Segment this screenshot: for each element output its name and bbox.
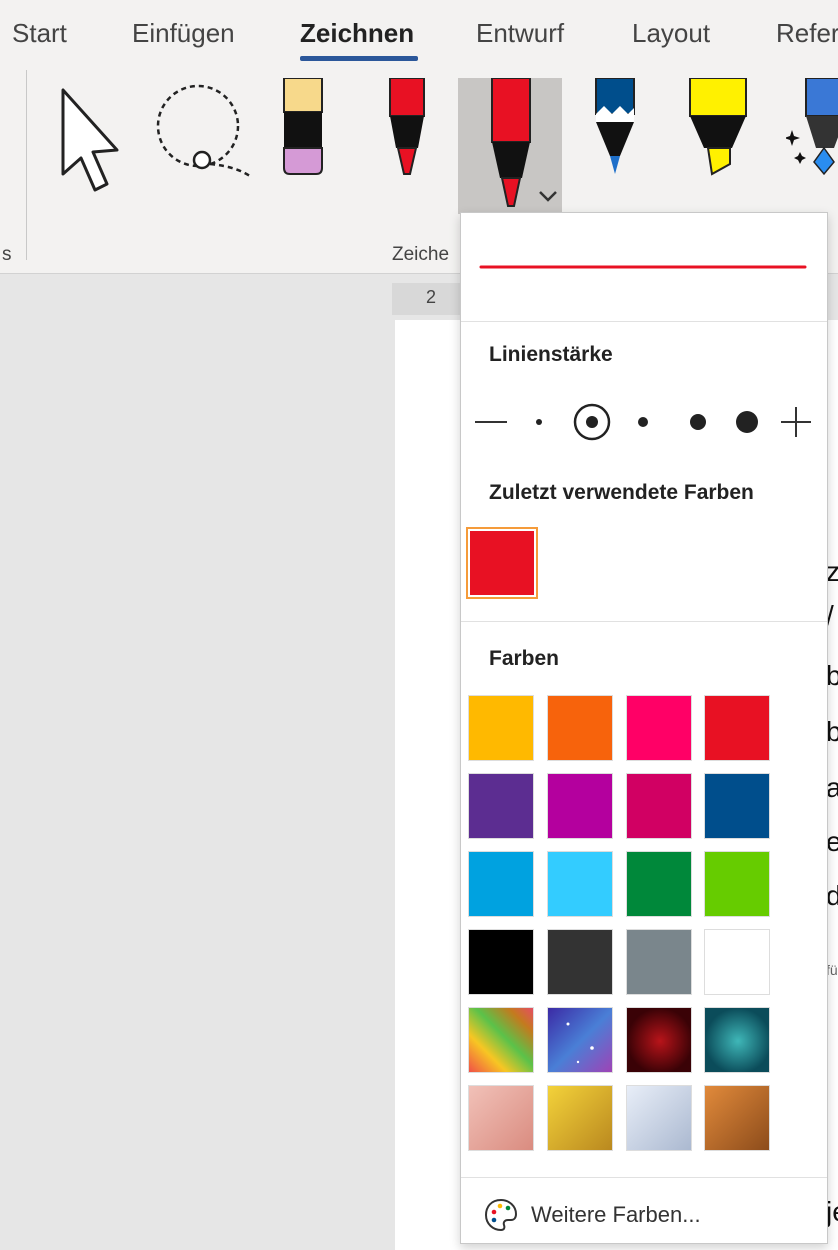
lasso-select-icon[interactable]	[150, 80, 260, 190]
color-swatch[interactable]	[704, 929, 770, 995]
galaxy-texture-swatch[interactable]	[547, 1007, 613, 1073]
recent-colors-title: Zuletzt verwendete Farben	[489, 481, 754, 504]
more-colors-label: Weitere Farben...	[531, 1202, 701, 1227]
tab-start[interactable]: Start	[12, 18, 67, 49]
divider	[461, 1177, 827, 1178]
divider	[461, 321, 827, 322]
stroke-preview	[479, 265, 807, 269]
bronze-texture-swatch[interactable]	[704, 1085, 770, 1151]
color-swatch[interactable]	[704, 773, 770, 839]
active-tab-indicator	[300, 56, 418, 61]
pen-options-dropdown: Linienstärke Zuletzt verwendete Farben F…	[460, 212, 828, 1244]
sparkle-pen-icon[interactable]	[786, 78, 838, 178]
color-swatch[interactable]	[468, 851, 534, 917]
thickness-option[interactable]	[690, 414, 706, 430]
eraser-icon[interactable]	[280, 78, 326, 178]
ribbon-tabs: Start Einfügen Zeichnen Entwurf Layout R…	[0, 0, 838, 70]
color-swatch[interactable]	[468, 773, 534, 839]
divider	[461, 621, 827, 622]
ruby-texture-swatch[interactable]	[626, 1007, 692, 1073]
ribbon-group-label-left: s	[2, 244, 12, 265]
tab-einfuegen[interactable]: Einfügen	[132, 18, 235, 49]
red-pen-icon[interactable]	[386, 78, 430, 178]
recent-color-red[interactable]	[466, 527, 538, 599]
red-pen-selected-icon[interactable]	[486, 78, 566, 212]
ruler: 2	[392, 283, 462, 315]
color-swatch[interactable]	[547, 695, 613, 761]
color-swatch[interactable]	[547, 851, 613, 917]
palette-icon	[484, 1198, 518, 1232]
rose-gold-texture-swatch[interactable]	[468, 1085, 534, 1151]
ocean-texture-swatch[interactable]	[704, 1007, 770, 1073]
tab-entwurf[interactable]: Entwurf	[476, 18, 564, 49]
color-swatch[interactable]	[626, 851, 692, 917]
tab-references[interactable]: Refer	[776, 18, 838, 49]
color-swatch[interactable]	[704, 851, 770, 917]
thickness-option[interactable]	[536, 419, 542, 425]
gold-texture-swatch[interactable]	[547, 1085, 613, 1151]
color-swatch[interactable]	[547, 773, 613, 839]
thickness-row	[475, 403, 811, 441]
color-swatch[interactable]	[704, 695, 770, 761]
color-swatch[interactable]	[626, 695, 692, 761]
tab-zeichnen[interactable]: Zeichnen	[300, 18, 414, 49]
color-swatch[interactable]	[626, 773, 692, 839]
more-colors-button[interactable]: Weitere Farben...	[483, 1197, 701, 1233]
color-swatch[interactable]	[468, 695, 534, 761]
blue-pencil-icon[interactable]	[592, 78, 638, 178]
ruler-number: 2	[426, 287, 437, 307]
thickness-option[interactable]	[638, 417, 648, 427]
rainbow-texture-swatch[interactable]	[468, 1007, 534, 1073]
color-swatch[interactable]	[468, 929, 534, 995]
thickness-option[interactable]	[736, 411, 758, 433]
tab-layout[interactable]: Layout	[632, 18, 710, 49]
highlighter-icon[interactable]	[686, 78, 752, 178]
silver-texture-swatch[interactable]	[626, 1085, 692, 1151]
select-arrow-icon[interactable]	[55, 88, 125, 198]
color-swatch[interactable]	[626, 929, 692, 995]
colors-title: Farben	[489, 647, 560, 670]
ribbon-group-label-zeichnen: Zeiche	[392, 244, 450, 265]
color-swatch[interactable]	[547, 929, 613, 995]
ribbon-group-separator	[26, 70, 27, 260]
thickness-title: Linienstärke	[489, 343, 613, 366]
